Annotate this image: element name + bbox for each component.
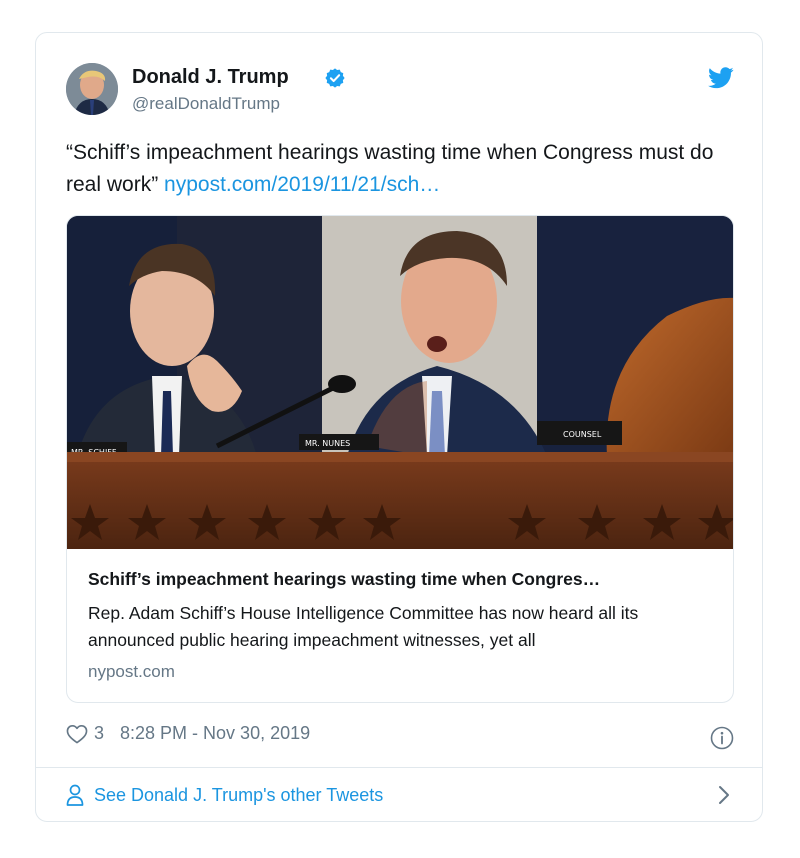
card-description: Rep. Adam Schiff’s House Intelligence Co… — [88, 603, 639, 650]
link-preview-card[interactable]: MR. SCHIFF MR. NUNES COUNSEL Schiff’s im — [66, 215, 734, 703]
card-domain: nypost.com — [88, 662, 175, 681]
nameplate-nunes: MR. NUNES — [305, 439, 350, 448]
tweet-text: “Schiff’s impeachment hearings wasting t… — [66, 137, 726, 201]
other-tweets-link[interactable]: See Donald J. Trump's other Tweets — [66, 781, 734, 809]
author-handle[interactable]: @realDonaldTrump — [132, 94, 280, 114]
other-tweets-label[interactable]: See Donald J. Trump's other Tweets — [94, 785, 383, 806]
tweet-timestamp[interactable]: 8:28 PM - Nov 30, 2019 — [120, 723, 310, 744]
card-image: MR. SCHIFF MR. NUNES COUNSEL — [67, 216, 733, 549]
heart-icon[interactable] — [66, 724, 88, 744]
tweet-link[interactable]: nypost.com/2019/11/21/sch… — [164, 173, 440, 196]
verified-badge-icon — [325, 68, 345, 88]
avatar[interactable] — [66, 63, 118, 115]
info-icon[interactable] — [710, 726, 734, 750]
card-title[interactable]: Schiff’s impeachment hearings wasting ti… — [88, 569, 600, 590]
author-name[interactable]: Donald J. Trump — [132, 66, 289, 89]
person-icon — [66, 784, 84, 806]
twitter-bird-icon[interactable] — [708, 67, 734, 89]
tweet-meta: 3 8:28 PM - Nov 30, 2019 — [66, 723, 310, 744]
divider — [36, 767, 762, 768]
chevron-right-icon[interactable] — [718, 785, 730, 805]
like-count[interactable]: 3 — [94, 723, 104, 744]
tweet-card: Donald J. Trump @realDonaldTrump “Schiff… — [35, 32, 763, 822]
nameplate-counsel: COUNSEL — [563, 430, 602, 439]
